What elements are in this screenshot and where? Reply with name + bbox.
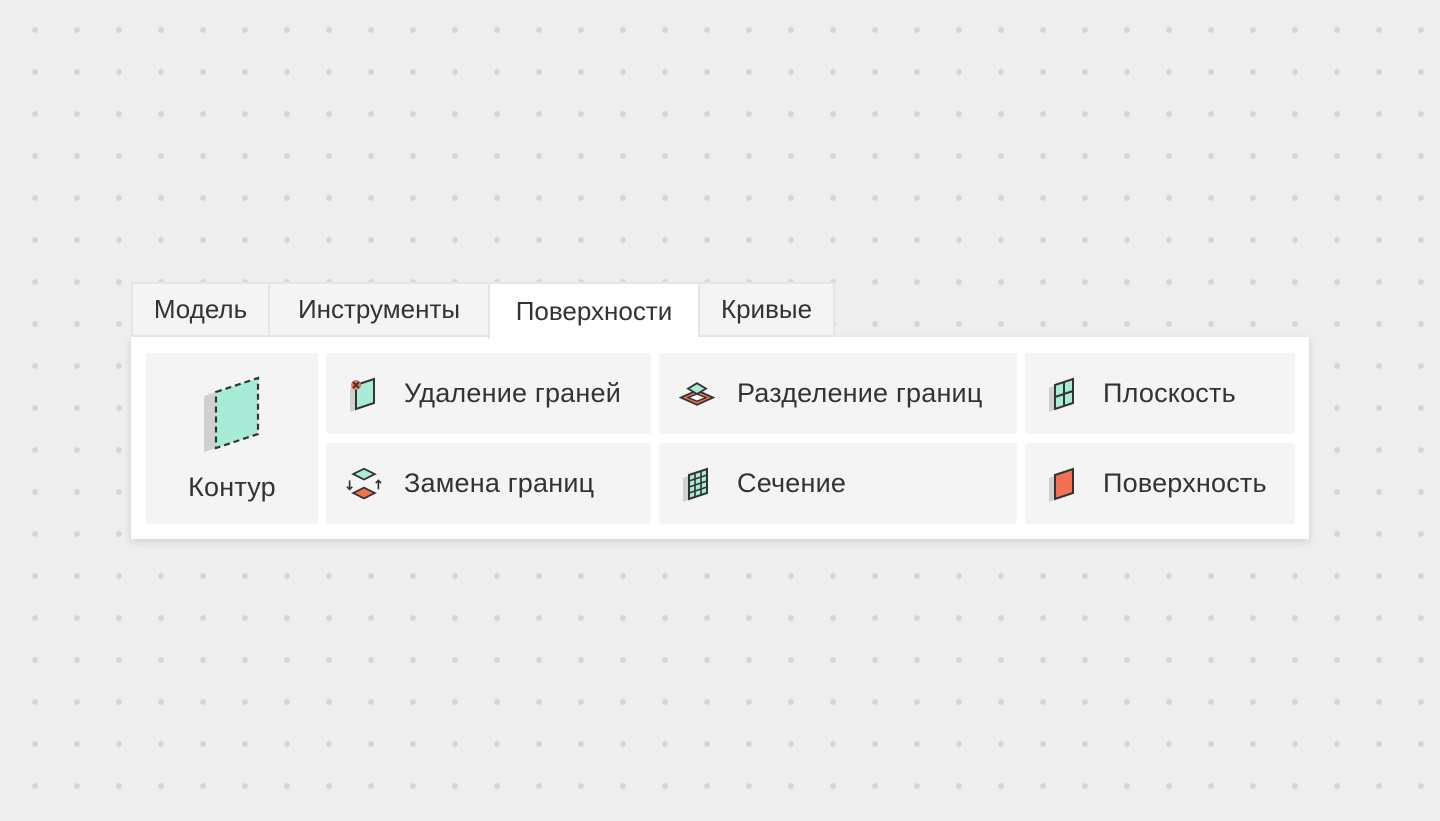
split-borders-label: Разделение границ	[737, 378, 983, 408]
plane-icon	[1045, 376, 1081, 412]
delete-faces-icon	[346, 376, 382, 412]
plane-label: Плоскость	[1103, 378, 1236, 408]
contour-label: Контур	[188, 472, 276, 502]
tab-model[interactable]: Модель	[131, 282, 268, 337]
ribbon-tabs: Модель Инструменты Поверхности Кривые	[131, 282, 1309, 339]
surface-button[interactable]: Поверхность	[1025, 443, 1295, 524]
surfaces-ribbon: Модель Инструменты Поверхности Кривые Ко…	[131, 282, 1309, 539]
surface-label: Поверхность	[1103, 468, 1267, 498]
contour-icon	[200, 374, 264, 458]
tools-panel: Контур Удаление граней Разделение границ…	[131, 337, 1309, 539]
plane-button[interactable]: Плоскость	[1025, 353, 1295, 434]
tab-tools[interactable]: Инструменты	[268, 282, 488, 337]
tab-surfaces[interactable]: Поверхности	[488, 282, 698, 339]
contour-button[interactable]: Контур	[146, 353, 318, 524]
delete-faces-label: Удаление граней	[404, 378, 621, 408]
replace-borders-icon	[346, 466, 382, 502]
section-icon	[679, 466, 715, 502]
section-label: Сечение	[737, 468, 847, 498]
tab-curves[interactable]: Кривые	[698, 282, 835, 337]
replace-borders-label: Замена границ	[404, 468, 595, 498]
replace-borders-button[interactable]: Замена границ	[326, 443, 651, 524]
split-borders-button[interactable]: Разделение границ	[659, 353, 1017, 434]
tab-label: Инструменты	[297, 294, 461, 324]
tab-label: Модель	[153, 294, 248, 324]
split-borders-icon	[679, 376, 715, 412]
surface-icon	[1045, 466, 1081, 502]
tab-label: Кривые	[720, 294, 813, 324]
section-button[interactable]: Сечение	[659, 443, 1017, 524]
tab-label: Поверхности	[515, 296, 673, 326]
delete-faces-button[interactable]: Удаление граней	[326, 353, 651, 434]
